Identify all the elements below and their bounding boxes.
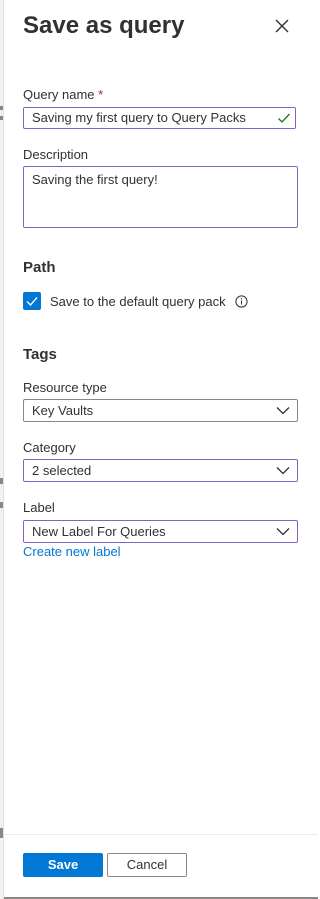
- resource-type-value: Key Vaults: [32, 403, 94, 418]
- category-value: 2 selected: [32, 463, 92, 478]
- query-name-label-text: Query name: [23, 87, 95, 102]
- cancel-button[interactable]: Cancel: [107, 853, 187, 877]
- chevron-down-icon: [276, 467, 290, 475]
- query-name-label: Query name *: [23, 87, 103, 103]
- label-value: New Label For Queries: [32, 524, 166, 539]
- info-icon[interactable]: [235, 294, 248, 308]
- save-button[interactable]: Save: [23, 853, 103, 877]
- label-field-label: Label: [23, 500, 55, 515]
- resource-type-dropdown[interactable]: Key Vaults: [23, 399, 298, 422]
- default-query-pack-checkbox[interactable]: [23, 292, 41, 310]
- query-name-input[interactable]: Saving my first query to Query Packs: [23, 107, 296, 129]
- path-heading: Path: [23, 259, 56, 276]
- panel-title: Save as query: [23, 12, 185, 39]
- chevron-down-icon: [276, 407, 290, 415]
- save-as-query-panel: Save as query Query name * Saving my fir…: [0, 0, 318, 899]
- underlying-page-edge: [0, 0, 4, 899]
- checkmark-icon: [26, 297, 38, 307]
- create-new-label-link[interactable]: Create new label: [23, 544, 121, 560]
- tags-heading: Tags: [23, 346, 57, 363]
- query-name-value: Saving my first query to Query Packs: [32, 110, 246, 125]
- close-icon: [275, 19, 289, 33]
- resource-type-label: Resource type: [23, 380, 107, 395]
- default-query-pack-label: Save to the default query pack: [50, 293, 226, 309]
- default-query-pack-checkbox-row[interactable]: Save to the default query pack: [23, 291, 248, 311]
- close-button[interactable]: [270, 14, 294, 38]
- footer-divider: [4, 834, 318, 835]
- category-dropdown[interactable]: 2 selected: [23, 459, 298, 482]
- valid-check-icon: [278, 113, 290, 123]
- description-label: Description: [23, 147, 89, 162]
- description-textarea[interactable]: Saving the first query!: [23, 166, 298, 228]
- chevron-down-icon: [276, 528, 290, 536]
- category-label: Category: [23, 440, 76, 455]
- required-indicator: *: [98, 87, 104, 102]
- label-dropdown[interactable]: New Label For Queries: [23, 520, 298, 543]
